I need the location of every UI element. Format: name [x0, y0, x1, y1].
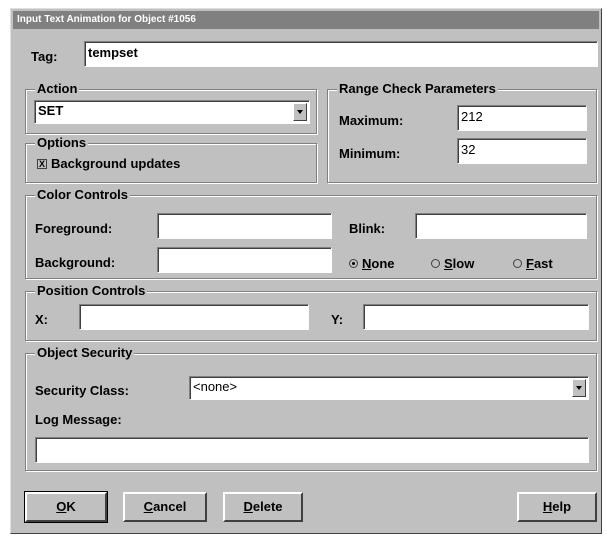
blink-slow-rest: low — [452, 256, 475, 271]
blink-none-rest: one — [371, 256, 395, 271]
blink-fast-radio[interactable]: Fast — [513, 256, 553, 271]
security-class-selected-value: <none> — [193, 379, 238, 394]
radio-dot — [431, 259, 440, 268]
ok-key: O — [56, 499, 67, 514]
input-text-animation-dialog: Input Text Animation for Object #1056 Ta… — [10, 8, 602, 534]
object-security-group-title: Object Security — [35, 345, 135, 360]
blink-fast-key: F — [526, 256, 534, 271]
security-class-label: Security Class: — [35, 383, 129, 398]
cancel-rest: ancel — [153, 499, 187, 514]
range-check-group — [327, 89, 597, 183]
cancel-button[interactable]: Cancel — [123, 492, 207, 522]
background-updates-label: Background updates — [51, 156, 181, 171]
ok-rest: K — [66, 499, 76, 514]
radio-dot — [513, 259, 522, 268]
foreground-input[interactable] — [157, 213, 332, 239]
blink-none-radio[interactable]: None — [349, 256, 395, 271]
log-message-input[interactable] — [35, 437, 589, 463]
tag-input[interactable]: tempset — [84, 41, 598, 67]
minimum-input[interactable]: 32 — [457, 138, 587, 164]
delete-key: D — [243, 499, 253, 514]
security-class-select[interactable]: <none> — [189, 376, 589, 400]
help-rest: elp — [552, 499, 572, 514]
blink-slow-radio[interactable]: Slow — [431, 256, 474, 271]
position-controls-group-title: Position Controls — [35, 283, 148, 298]
blink-fast-rest: ast — [533, 256, 553, 271]
delete-button[interactable]: Delete — [223, 492, 303, 522]
chevron-down-icon[interactable] — [572, 379, 586, 397]
maximum-label: Maximum: — [339, 113, 404, 128]
cancel-key: C — [143, 499, 154, 514]
action-selected-value: SET — [38, 103, 64, 118]
blink-label: Blink: — [349, 221, 386, 236]
x-label: X: — [35, 312, 48, 327]
minimum-value: 32 — [461, 142, 476, 157]
delete-rest: elete — [252, 499, 283, 514]
background-label: Background: — [35, 255, 116, 270]
y-input[interactable] — [363, 304, 589, 330]
chevron-down-icon[interactable] — [293, 103, 307, 121]
background-input[interactable] — [157, 247, 332, 273]
help-button[interactable]: Help — [517, 492, 597, 522]
blink-input[interactable] — [415, 213, 587, 239]
tag-label: Tag: — [31, 49, 58, 64]
minimum-label: Minimum: — [339, 146, 401, 161]
tag-value: tempset — [88, 45, 138, 60]
x-input[interactable] — [79, 304, 309, 330]
action-select[interactable]: SET — [34, 100, 310, 124]
action-group-title: Action — [35, 81, 80, 96]
radio-dot — [349, 259, 358, 268]
blink-none-key: N — [362, 256, 372, 271]
help-key: H — [542, 499, 553, 514]
window-title: Input Text Animation for Object #1056 — [13, 11, 599, 29]
y-label: Y: — [331, 312, 344, 327]
background-updates-checkbox[interactable]: X Background updates — [37, 156, 180, 171]
options-group-title: Options — [35, 135, 89, 150]
maximum-input[interactable]: 212 — [457, 105, 587, 131]
maximum-value: 212 — [461, 109, 483, 124]
range-check-group-title: Range Check Parameters — [337, 81, 498, 96]
log-message-label: Log Message: — [35, 412, 122, 427]
color-controls-group-title: Color Controls — [35, 187, 130, 202]
blink-slow-key: S — [444, 256, 453, 271]
checkbox-mark: X — [37, 158, 47, 169]
foreground-label: Foreground: — [35, 221, 113, 236]
ok-button[interactable]: OK — [24, 491, 108, 523]
